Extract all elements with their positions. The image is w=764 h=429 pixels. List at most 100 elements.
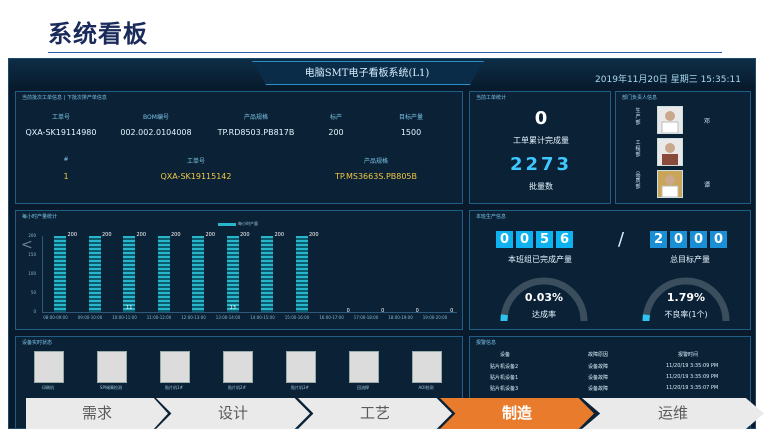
process-nav: 需求 设计 工艺 制造 运维 bbox=[26, 398, 764, 429]
machine-image bbox=[97, 351, 127, 383]
completed-digit: 5 bbox=[536, 231, 553, 248]
step-process[interactable]: 工艺 bbox=[298, 398, 452, 429]
bar-12:00-13:00 bbox=[192, 236, 205, 312]
x-tick: 12:00-13:00 bbox=[181, 315, 206, 320]
defect-value: 1.79% bbox=[666, 291, 706, 304]
order-header-1: BOM编号 bbox=[143, 114, 169, 121]
staff-dept: 工程部 bbox=[635, 140, 641, 158]
staff-row: 品质部 谭 bbox=[616, 170, 755, 200]
machine-card[interactable]: SPI锡膏检测 bbox=[87, 349, 135, 397]
datetime: 2019年11月20日 星期三 15:35:11 bbox=[595, 75, 741, 85]
batch-value: 2273 bbox=[509, 154, 573, 175]
y-tick: 150 bbox=[28, 252, 36, 257]
x-tick: 11:00-12:00 bbox=[146, 315, 172, 320]
machine-label: 贴片机1# bbox=[165, 385, 183, 390]
machine-label: AOI检测 bbox=[418, 385, 434, 390]
legend-swatch bbox=[218, 223, 236, 226]
title-rule bbox=[48, 52, 722, 53]
machine-card[interactable]: 贴片机3# bbox=[276, 349, 324, 397]
staff-row: 生产部 邓 bbox=[616, 106, 755, 136]
target-digit: 0 bbox=[670, 231, 687, 248]
bar-chart: 200 150 100 50 0 200 200 200 11 200 200 200 13 2… bbox=[20, 232, 460, 325]
order-panel: 当前批次工单信息 | 下批次排产单信息 工单号 BOM编号 产品规格 标产 目标… bbox=[15, 91, 463, 204]
machine-image bbox=[349, 351, 379, 383]
target-label: 总目标产量 bbox=[670, 255, 710, 264]
x-tick: 09:00-10:00 bbox=[77, 315, 103, 320]
staff-photo bbox=[657, 106, 683, 134]
hourly-panel: 每小时产量统计 每小时产量 200 150 100 50 0 200 200 200… bbox=[15, 210, 463, 330]
order-header-3: 标产 bbox=[329, 114, 342, 121]
x-tick: 13:00-14:00 bbox=[215, 315, 241, 320]
staff-photo bbox=[657, 170, 683, 198]
bar-11:00-12:00 bbox=[157, 236, 170, 312]
bar-value-label: 200 bbox=[136, 232, 147, 238]
defect-label: 不良率(1个) bbox=[664, 310, 708, 319]
alarm-header: 设备 bbox=[500, 352, 511, 358]
y-tick: 100 bbox=[28, 271, 36, 276]
y-tick: 50 bbox=[30, 290, 36, 295]
machine-card[interactable]: 贴片机2# bbox=[213, 349, 261, 397]
machine-label: 回流焊 bbox=[357, 385, 369, 390]
system-title: 电脑SMT电子看板系统(L1) bbox=[304, 68, 430, 79]
alarm-cell: 设备故障 bbox=[588, 386, 609, 392]
equipment-panel-title: 设备实时状态 bbox=[22, 340, 53, 346]
step-demand[interactable]: 需求 bbox=[26, 398, 168, 429]
order-header-0: 工单号 bbox=[51, 114, 70, 121]
divider-slash: / bbox=[618, 229, 625, 250]
machine-card[interactable]: 贴片机1# bbox=[150, 349, 198, 397]
slide-title: 系统看板 bbox=[48, 20, 148, 48]
bar-10:00-11:00 bbox=[123, 236, 136, 312]
alarm-cell: 贴片机设备2 bbox=[490, 364, 519, 370]
machine-image bbox=[160, 351, 190, 383]
bar-08:00-09:00 bbox=[54, 236, 67, 312]
bar-value-label: 200 bbox=[239, 232, 250, 238]
bar-value-label: 0 bbox=[450, 308, 454, 314]
alarm-header: 报警时间 bbox=[678, 352, 699, 358]
bar-inner-label: 13 bbox=[229, 305, 236, 311]
bar-inner-label: 11 bbox=[126, 305, 133, 311]
y-tick: 200 bbox=[28, 233, 36, 238]
step-operations[interactable]: 运维 bbox=[582, 398, 764, 429]
alarm-cell: 11/20/19 3:35:07 PM bbox=[666, 385, 719, 391]
machine-label: 印刷机 bbox=[42, 385, 54, 390]
bar-09:00-10:00 bbox=[88, 236, 101, 312]
alarm-cell: 设备故障 bbox=[588, 364, 609, 370]
step-manufacturing[interactable]: 制造 bbox=[440, 398, 594, 429]
next-cell-0: 1 bbox=[63, 172, 69, 181]
alarm-panel-title: 报警信息 bbox=[476, 340, 497, 346]
target-digit: 2 bbox=[650, 231, 667, 248]
stats-panel-title: 当前工单统计 bbox=[476, 95, 507, 101]
machine-card[interactable]: AOI检测 bbox=[402, 349, 450, 397]
alarm-cell: 11/20/19 3:35:09 PM bbox=[666, 363, 719, 369]
bar-value-label: 0 bbox=[346, 308, 350, 314]
staff-panel: 部门负责人信息 生产部 邓 工程部 品质部 谭 bbox=[615, 91, 751, 204]
staff-name: 邓 bbox=[704, 118, 711, 125]
hourly-panel-title: 每小时产量统计 bbox=[22, 214, 58, 220]
machine-card[interactable]: 回流焊 bbox=[339, 349, 387, 397]
alarm-cell: 11/20/19 3:35:09 PM bbox=[666, 374, 719, 380]
machine-card[interactable]: 印刷机 bbox=[24, 349, 72, 397]
order-header-2: 产品规格 bbox=[243, 114, 268, 121]
step-design[interactable]: 设计 bbox=[156, 398, 310, 429]
bar-value-label: 200 bbox=[67, 232, 78, 238]
machine-image bbox=[34, 351, 64, 383]
order-cell-4: 1500 bbox=[400, 128, 422, 137]
bar-15:00-16:00 bbox=[295, 236, 308, 312]
bar-value-label: 0 bbox=[415, 308, 419, 314]
machine-label: SPI锡膏检测 bbox=[99, 385, 123, 390]
bar-value-label: 200 bbox=[101, 232, 112, 238]
order-header-4: 目标产量 bbox=[398, 114, 423, 121]
bar-value-label: 200 bbox=[170, 232, 181, 238]
machine-image bbox=[223, 351, 253, 383]
staff-dept: 生产部 bbox=[635, 108, 641, 126]
next-header-1: 工单号 bbox=[186, 158, 205, 165]
staff-photo bbox=[657, 138, 683, 166]
alarm-cell: 贴片机设备1 bbox=[490, 375, 519, 381]
y-tick: 0 bbox=[33, 309, 36, 314]
staff-panel-title: 部门负责人信息 bbox=[622, 95, 658, 101]
target-digit: 0 bbox=[690, 231, 707, 248]
plot-area: 200 200 200 11 200 200 200 13 200 200 0 0 0 0 bbox=[42, 232, 457, 314]
bar-value-label: 200 bbox=[308, 232, 319, 238]
staff-row: 工程部 bbox=[616, 138, 755, 168]
alarm-header: 故障原因 bbox=[588, 352, 609, 358]
